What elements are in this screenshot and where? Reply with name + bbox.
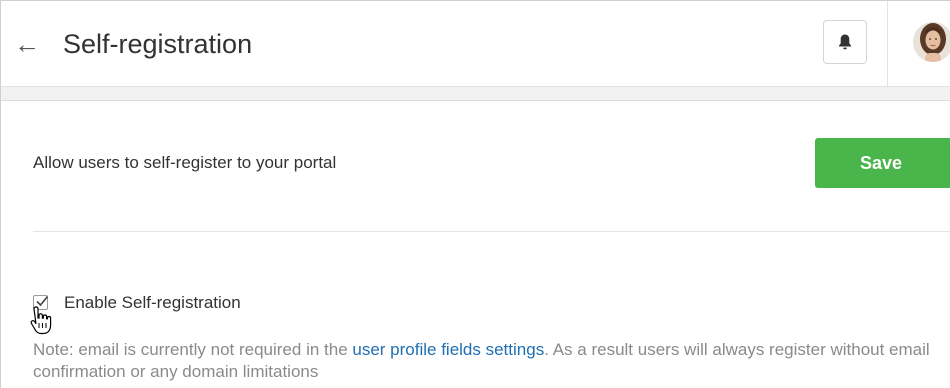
section-divider bbox=[33, 231, 950, 232]
note-prefix: Note: email is currently not required in… bbox=[33, 340, 353, 359]
user-profile-fields-settings-link[interactable]: user profile fields settings bbox=[352, 340, 544, 359]
email-requirement-note: Note: email is currently not required in… bbox=[33, 339, 933, 383]
bell-icon bbox=[839, 34, 851, 50]
enable-self-registration-label[interactable]: Enable Self-registration bbox=[64, 292, 241, 314]
header-divider bbox=[887, 1, 888, 87]
checkmark-icon bbox=[36, 295, 49, 307]
notifications-button[interactable] bbox=[823, 20, 867, 64]
app-window: ← Self-registration Allow users to self-… bbox=[0, 0, 950, 388]
back-button[interactable]: ← bbox=[14, 27, 44, 61]
page-header: ← Self-registration bbox=[1, 1, 950, 87]
header-shadow-band bbox=[1, 87, 950, 101]
save-button[interactable]: Save bbox=[815, 138, 950, 188]
avatar-icon bbox=[913, 22, 950, 62]
arrow-left-icon: ← bbox=[14, 29, 40, 59]
section-description: Allow users to self-register to your por… bbox=[33, 153, 337, 172]
page-title: Self-registration bbox=[63, 29, 253, 59]
enable-self-registration-checkbox[interactable] bbox=[33, 295, 49, 310]
user-avatar[interactable] bbox=[913, 22, 950, 62]
